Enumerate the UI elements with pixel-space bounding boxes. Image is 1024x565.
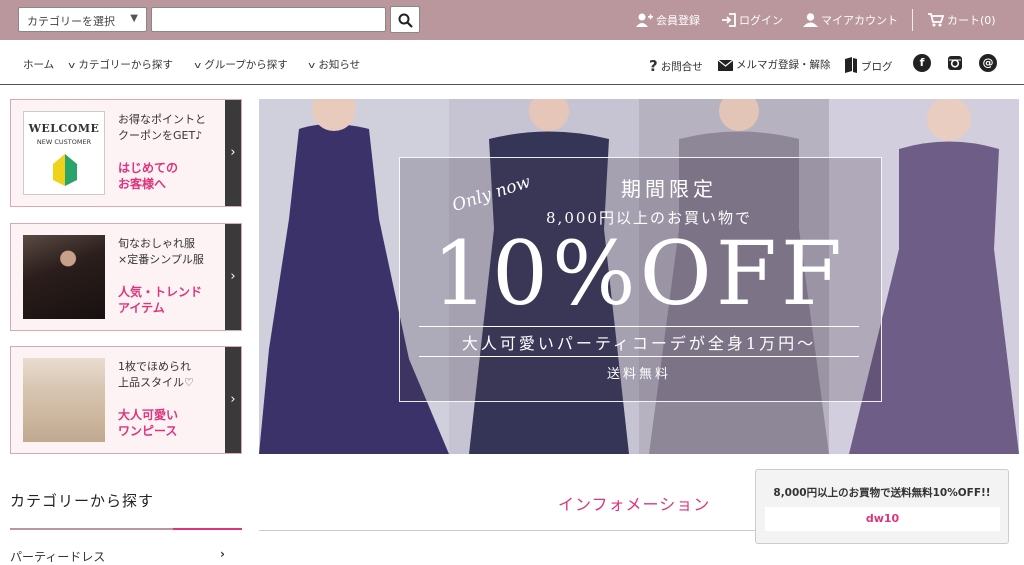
promo-heading-line: お客様へ: [118, 177, 167, 191]
promo-line: ×定番シンプル服: [118, 253, 204, 266]
info-title: インフォメーション: [558, 495, 711, 514]
divider: [419, 356, 859, 357]
nav-news-label: お知らせ: [318, 59, 361, 71]
promo-trend[interactable]: 旬なおしゃれ服 ×定番シンプル服 人気・トレンド アイテム ›: [10, 223, 242, 331]
beginner-mark-icon: [53, 154, 77, 186]
book-icon: [845, 57, 857, 73]
cart-label: カート(0): [947, 14, 996, 27]
hero-discount: 10%OFF: [432, 222, 846, 325]
register-label: 会員登録: [656, 14, 700, 27]
hero-shipping: 送料無料: [606, 367, 671, 382]
chevron-down-icon: ▼: [130, 13, 138, 24]
category-select[interactable]: カテゴリーを選択 ▼: [18, 7, 147, 32]
promo-heading-line: ワンピース: [118, 424, 178, 438]
facebook-icon[interactable]: f: [913, 54, 931, 72]
welcome-card-sub: NEW CUSTOMER: [36, 138, 92, 146]
promo-welcome[interactable]: WELCOME NEW CUSTOMER お得なポイントと クーポンをGET♪ …: [10, 99, 242, 207]
chevron-right-icon: ›: [225, 224, 241, 330]
nav-newsletter-label: メルマガ登録・解除: [736, 59, 831, 71]
hero-title: 期間限定: [621, 177, 717, 201]
login-icon: [722, 13, 736, 27]
promo-line: 上品スタイル♡: [118, 376, 194, 389]
nav-by-group[interactable]: v グループから探す: [194, 57, 288, 72]
promo-line: 1枚でほめられ: [118, 360, 191, 373]
promo-line: クーポンをGET♪: [118, 129, 203, 142]
divider: [419, 326, 859, 327]
search-icon: [398, 13, 413, 28]
nav-home[interactable]: ホーム: [23, 57, 54, 72]
promo-heading-line: 大人可愛い: [118, 408, 179, 422]
login-link[interactable]: ログイン: [721, 12, 783, 28]
chevron-right-icon: ›: [220, 547, 225, 561]
user-icon: [803, 13, 818, 27]
chevron-down-icon: v: [194, 61, 202, 71]
category-item[interactable]: パーティードレス: [10, 548, 105, 565]
promo-heading: 大人可愛い ワンピース: [118, 407, 178, 439]
nav-newsletter[interactable]: メルマガ登録・解除: [717, 57, 831, 72]
category-select-value: カテゴリーを選択: [27, 15, 115, 28]
nav-contact-label: お問合せ: [660, 61, 703, 73]
add-user-icon: [636, 13, 653, 27]
search-input[interactable]: [151, 7, 386, 32]
promo-onepiece[interactable]: 1枚でほめられ 上品スタイル♡ 大人可愛い ワンピース ›: [10, 346, 242, 454]
coupon-code[interactable]: dw10: [765, 507, 1000, 531]
question-icon: ?: [649, 57, 658, 75]
chevron-right-icon: ›: [225, 100, 241, 206]
coupon-text: 8,000円以上のお買物で送料無料10%OFF!!: [773, 487, 991, 499]
promo-heading: はじめての お客様へ: [118, 160, 178, 192]
divider: [912, 9, 913, 31]
instagram-icon[interactable]: [946, 54, 964, 72]
nav-by-category-label: カテゴリーから探す: [78, 59, 173, 71]
nav-by-category[interactable]: v カテゴリーから探す: [68, 57, 173, 72]
promo-line: お得なポイントと: [118, 113, 206, 126]
welcome-card-title: WELCOME: [28, 122, 100, 135]
nav-news[interactable]: v お知らせ: [308, 57, 361, 72]
account-link[interactable]: マイアカウント: [803, 12, 898, 28]
main-nav: ホーム v カテゴリーから探す v グループから探す v お知らせ ? お問合せ メルマ…: [0, 40, 1024, 85]
hero-tagline: 大人可愛いパーティコーデが全身1万円〜: [461, 334, 817, 353]
divider: [259, 530, 759, 531]
trend-photo: [23, 235, 105, 319]
nav-home-label: ホーム: [23, 59, 55, 71]
search-button[interactable]: [390, 6, 420, 33]
nav-blog-label: ブログ: [861, 61, 893, 73]
coupon-box: 8,000円以上のお買物で送料無料10%OFF!! dw10: [755, 469, 1009, 544]
promo-heading-line: アイテム: [118, 301, 165, 315]
promo-text: 旬なおしゃれ服 ×定番シンプル服: [118, 236, 204, 268]
chevron-down-icon: v: [68, 61, 76, 71]
promo-text: 1枚でほめられ 上品スタイル♡: [118, 359, 194, 391]
cart-icon: [928, 13, 945, 27]
promo-heading-line: はじめての: [118, 161, 179, 175]
register-link[interactable]: 会員登録: [636, 12, 700, 28]
onepiece-photo: [23, 358, 105, 442]
chevron-down-icon: v: [308, 61, 316, 71]
promo-heading: 人気・トレンド アイテム: [118, 284, 202, 316]
login-label: ログイン: [739, 14, 783, 27]
mail-icon: [717, 59, 734, 71]
chevron-right-icon: ›: [225, 347, 241, 453]
top-bar: カテゴリーを選択 ▼ 会員登録 ログイン マイアカウント カート(0): [0, 0, 1024, 40]
hero-banner[interactable]: Only now 期間限定 8,000円以上のお買い物で 10%OFF 大人可愛…: [259, 99, 1019, 454]
nav-contact[interactable]: ? お問合せ: [649, 57, 703, 75]
category-section-title: カテゴリーから探す: [10, 492, 155, 510]
account-label: マイアカウント: [821, 14, 898, 27]
mail-at-icon[interactable]: @: [979, 54, 997, 72]
welcome-card: WELCOME NEW CUSTOMER: [23, 111, 105, 195]
promo-line: 旬なおしゃれ服: [118, 237, 195, 250]
promo-heading-line: 人気・トレンド: [118, 285, 203, 299]
nav-by-group-label: グループから探す: [204, 59, 288, 71]
divider: [173, 528, 242, 530]
promo-text: お得なポイントと クーポンをGET♪: [118, 112, 206, 144]
cart-link[interactable]: カート(0): [928, 12, 996, 28]
nav-blog[interactable]: ブログ: [844, 57, 893, 74]
